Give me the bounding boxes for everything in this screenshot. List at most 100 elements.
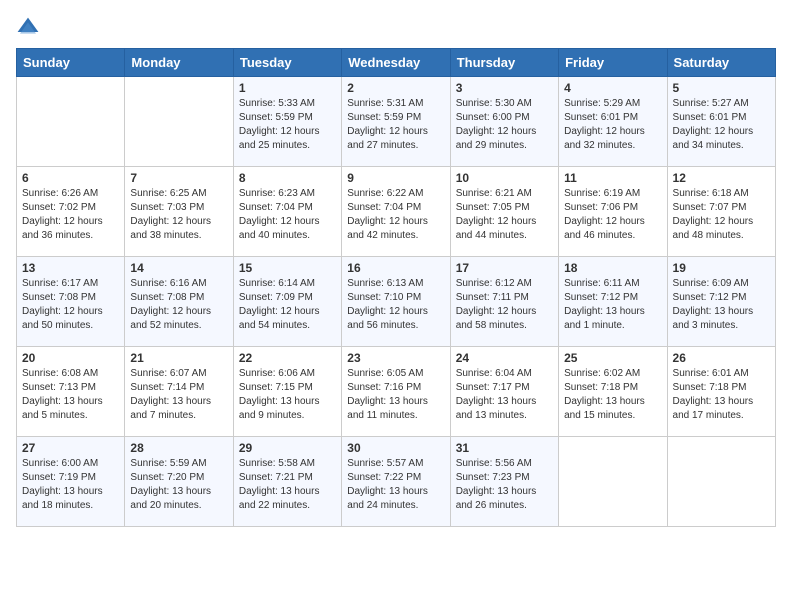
calendar-cell: 18Sunrise: 6:11 AMSunset: 7:12 PMDayligh…	[559, 257, 667, 347]
day-info: Sunrise: 6:02 AMSunset: 7:18 PMDaylight:…	[564, 367, 661, 423]
week-row-2: 13 Sunrise: 6:17 AMSunset: 7:08 PMDayligh…	[17, 257, 776, 347]
calendar-cell: 2Sunrise: 5:31 AMSunset: 5:59 PMDaylight…	[342, 77, 450, 167]
calendar-cell: 27 Sunrise: 6:00 AMSunset: 7:19 PMDayligh…	[17, 437, 125, 527]
day-info: Sunrise: 6:00 AMSunset: 7:19 PMDaylight:…	[22, 457, 119, 513]
header-day-friday: Friday	[559, 49, 667, 77]
day-number: 26	[673, 351, 770, 365]
header-row: SundayMondayTuesdayWednesdayThursdayFrid…	[17, 49, 776, 77]
day-info: Sunrise: 5:57 AMSunset: 7:22 PMDaylight:…	[347, 457, 444, 513]
calendar-cell: 11Sunrise: 6:19 AMSunset: 7:06 PMDayligh…	[559, 167, 667, 257]
day-info: Sunrise: 5:56 AMSunset: 7:23 PMDaylight:…	[456, 457, 553, 513]
day-number: 1	[239, 81, 336, 95]
day-number: 23	[347, 351, 444, 365]
week-row-1: 6 Sunrise: 6:26 AMSunset: 7:02 PMDaylight…	[17, 167, 776, 257]
day-number: 25	[564, 351, 661, 365]
day-info: Sunrise: 6:23 AMSunset: 7:04 PMDaylight:…	[239, 187, 336, 243]
calendar-cell: 8 Sunrise: 6:23 AMSunset: 7:04 PMDaylight…	[233, 167, 341, 257]
day-number: 17	[456, 261, 553, 275]
day-info: Sunrise: 6:25 AMSunset: 7:03 PMDaylight:…	[130, 187, 227, 243]
day-number: 20	[22, 351, 119, 365]
day-number: 19	[673, 261, 770, 275]
calendar-cell: 30 Sunrise: 5:57 AMSunset: 7:22 PMDayligh…	[342, 437, 450, 527]
day-info: Sunrise: 6:21 AMSunset: 7:05 PMDaylight:…	[456, 187, 553, 243]
day-info: Sunrise: 6:12 AMSunset: 7:11 PMDaylight:…	[456, 277, 553, 333]
calendar-body: 1 Sunrise: 5:33 AMSunset: 5:59 PMDaylight…	[17, 77, 776, 527]
calendar-cell: 25 Sunrise: 6:02 AMSunset: 7:18 PMDayligh…	[559, 347, 667, 437]
day-number: 27	[22, 441, 119, 455]
calendar-cell: 23 Sunrise: 6:05 AMSunset: 7:16 PMDayligh…	[342, 347, 450, 437]
day-number: 4	[564, 81, 661, 95]
day-info: Sunrise: 6:18 AMSunset: 7:07 PMDaylight:…	[673, 187, 770, 243]
day-info: Sunrise: 5:59 AMSunset: 7:20 PMDaylight:…	[130, 457, 227, 513]
logo	[16, 16, 44, 40]
calendar-cell	[559, 437, 667, 527]
calendar-cell: 28Sunrise: 5:59 AMSunset: 7:20 PMDayligh…	[125, 437, 233, 527]
day-number: 11	[564, 171, 661, 185]
calendar-header: SundayMondayTuesdayWednesdayThursdayFrid…	[17, 49, 776, 77]
header-day-saturday: Saturday	[667, 49, 775, 77]
calendar-cell	[667, 437, 775, 527]
calendar-cell: 17 Sunrise: 6:12 AMSunset: 7:11 PMDayligh…	[450, 257, 558, 347]
header-day-monday: Monday	[125, 49, 233, 77]
day-info: Sunrise: 6:13 AMSunset: 7:10 PMDaylight:…	[347, 277, 444, 333]
day-number: 8	[239, 171, 336, 185]
calendar-cell	[125, 77, 233, 167]
day-number: 22	[239, 351, 336, 365]
calendar-cell: 31 Sunrise: 5:56 AMSunset: 7:23 PMDayligh…	[450, 437, 558, 527]
day-info: Sunrise: 5:33 AMSunset: 5:59 PMDaylight:…	[239, 97, 336, 153]
day-number: 10	[456, 171, 553, 185]
header-day-tuesday: Tuesday	[233, 49, 341, 77]
calendar-cell: 20 Sunrise: 6:08 AMSunset: 7:13 PMDayligh…	[17, 347, 125, 437]
day-number: 13	[22, 261, 119, 275]
calendar-cell: 22 Sunrise: 6:06 AMSunset: 7:15 PMDayligh…	[233, 347, 341, 437]
calendar-cell: 7 Sunrise: 6:25 AMSunset: 7:03 PMDaylight…	[125, 167, 233, 257]
day-info: Sunrise: 5:31 AMSunset: 5:59 PMDaylight:…	[347, 97, 444, 153]
day-info: Sunrise: 6:01 AMSunset: 7:18 PMDaylight:…	[673, 367, 770, 423]
day-info: Sunrise: 6:11 AMSunset: 7:12 PMDaylight:…	[564, 277, 661, 333]
day-info: Sunrise: 6:05 AMSunset: 7:16 PMDaylight:…	[347, 367, 444, 423]
calendar-cell: 16 Sunrise: 6:13 AMSunset: 7:10 PMDayligh…	[342, 257, 450, 347]
day-number: 7	[130, 171, 227, 185]
logo-icon	[16, 16, 40, 40]
day-info: Sunrise: 5:30 AMSunset: 6:00 PMDaylight:…	[456, 97, 553, 153]
calendar-cell: 12 Sunrise: 6:18 AMSunset: 7:07 PMDayligh…	[667, 167, 775, 257]
header-day-sunday: Sunday	[17, 49, 125, 77]
day-number: 24	[456, 351, 553, 365]
day-info: Sunrise: 6:06 AMSunset: 7:15 PMDaylight:…	[239, 367, 336, 423]
calendar-cell: 10 Sunrise: 6:21 AMSunset: 7:05 PMDayligh…	[450, 167, 558, 257]
day-info: Sunrise: 6:26 AMSunset: 7:02 PMDaylight:…	[22, 187, 119, 243]
week-row-3: 20 Sunrise: 6:08 AMSunset: 7:13 PMDayligh…	[17, 347, 776, 437]
calendar-cell: 3 Sunrise: 5:30 AMSunset: 6:00 PMDaylight…	[450, 77, 558, 167]
day-info: Sunrise: 6:09 AMSunset: 7:12 PMDaylight:…	[673, 277, 770, 333]
calendar-cell: 19 Sunrise: 6:09 AMSunset: 7:12 PMDayligh…	[667, 257, 775, 347]
header-day-thursday: Thursday	[450, 49, 558, 77]
day-info: Sunrise: 5:27 AMSunset: 6:01 PMDaylight:…	[673, 97, 770, 153]
header-day-wednesday: Wednesday	[342, 49, 450, 77]
calendar-cell: 24Sunrise: 6:04 AMSunset: 7:17 PMDayligh…	[450, 347, 558, 437]
calendar-cell: 29Sunrise: 5:58 AMSunset: 7:21 PMDayligh…	[233, 437, 341, 527]
day-number: 6	[22, 171, 119, 185]
day-number: 5	[673, 81, 770, 95]
day-number: 21	[130, 351, 227, 365]
calendar-cell: 13 Sunrise: 6:17 AMSunset: 7:08 PMDayligh…	[17, 257, 125, 347]
day-info: Sunrise: 6:14 AMSunset: 7:09 PMDaylight:…	[239, 277, 336, 333]
day-number: 9	[347, 171, 444, 185]
calendar-cell: 1 Sunrise: 5:33 AMSunset: 5:59 PMDaylight…	[233, 77, 341, 167]
calendar-cell: 14Sunrise: 6:16 AMSunset: 7:08 PMDayligh…	[125, 257, 233, 347]
day-info: Sunrise: 6:16 AMSunset: 7:08 PMDaylight:…	[130, 277, 227, 333]
day-number: 30	[347, 441, 444, 455]
day-info: Sunrise: 6:22 AMSunset: 7:04 PMDaylight:…	[347, 187, 444, 243]
calendar-table: SundayMondayTuesdayWednesdayThursdayFrid…	[16, 48, 776, 527]
day-number: 12	[673, 171, 770, 185]
day-info: Sunrise: 6:08 AMSunset: 7:13 PMDaylight:…	[22, 367, 119, 423]
day-number: 15	[239, 261, 336, 275]
calendar-cell: 21Sunrise: 6:07 AMSunset: 7:14 PMDayligh…	[125, 347, 233, 437]
calendar-cell: 5 Sunrise: 5:27 AMSunset: 6:01 PMDaylight…	[667, 77, 775, 167]
calendar-cell	[17, 77, 125, 167]
day-info: Sunrise: 6:17 AMSunset: 7:08 PMDaylight:…	[22, 277, 119, 333]
day-number: 31	[456, 441, 553, 455]
calendar-cell: 4Sunrise: 5:29 AMSunset: 6:01 PMDaylight…	[559, 77, 667, 167]
calendar-cell: 26 Sunrise: 6:01 AMSunset: 7:18 PMDayligh…	[667, 347, 775, 437]
day-number: 3	[456, 81, 553, 95]
day-number: 16	[347, 261, 444, 275]
